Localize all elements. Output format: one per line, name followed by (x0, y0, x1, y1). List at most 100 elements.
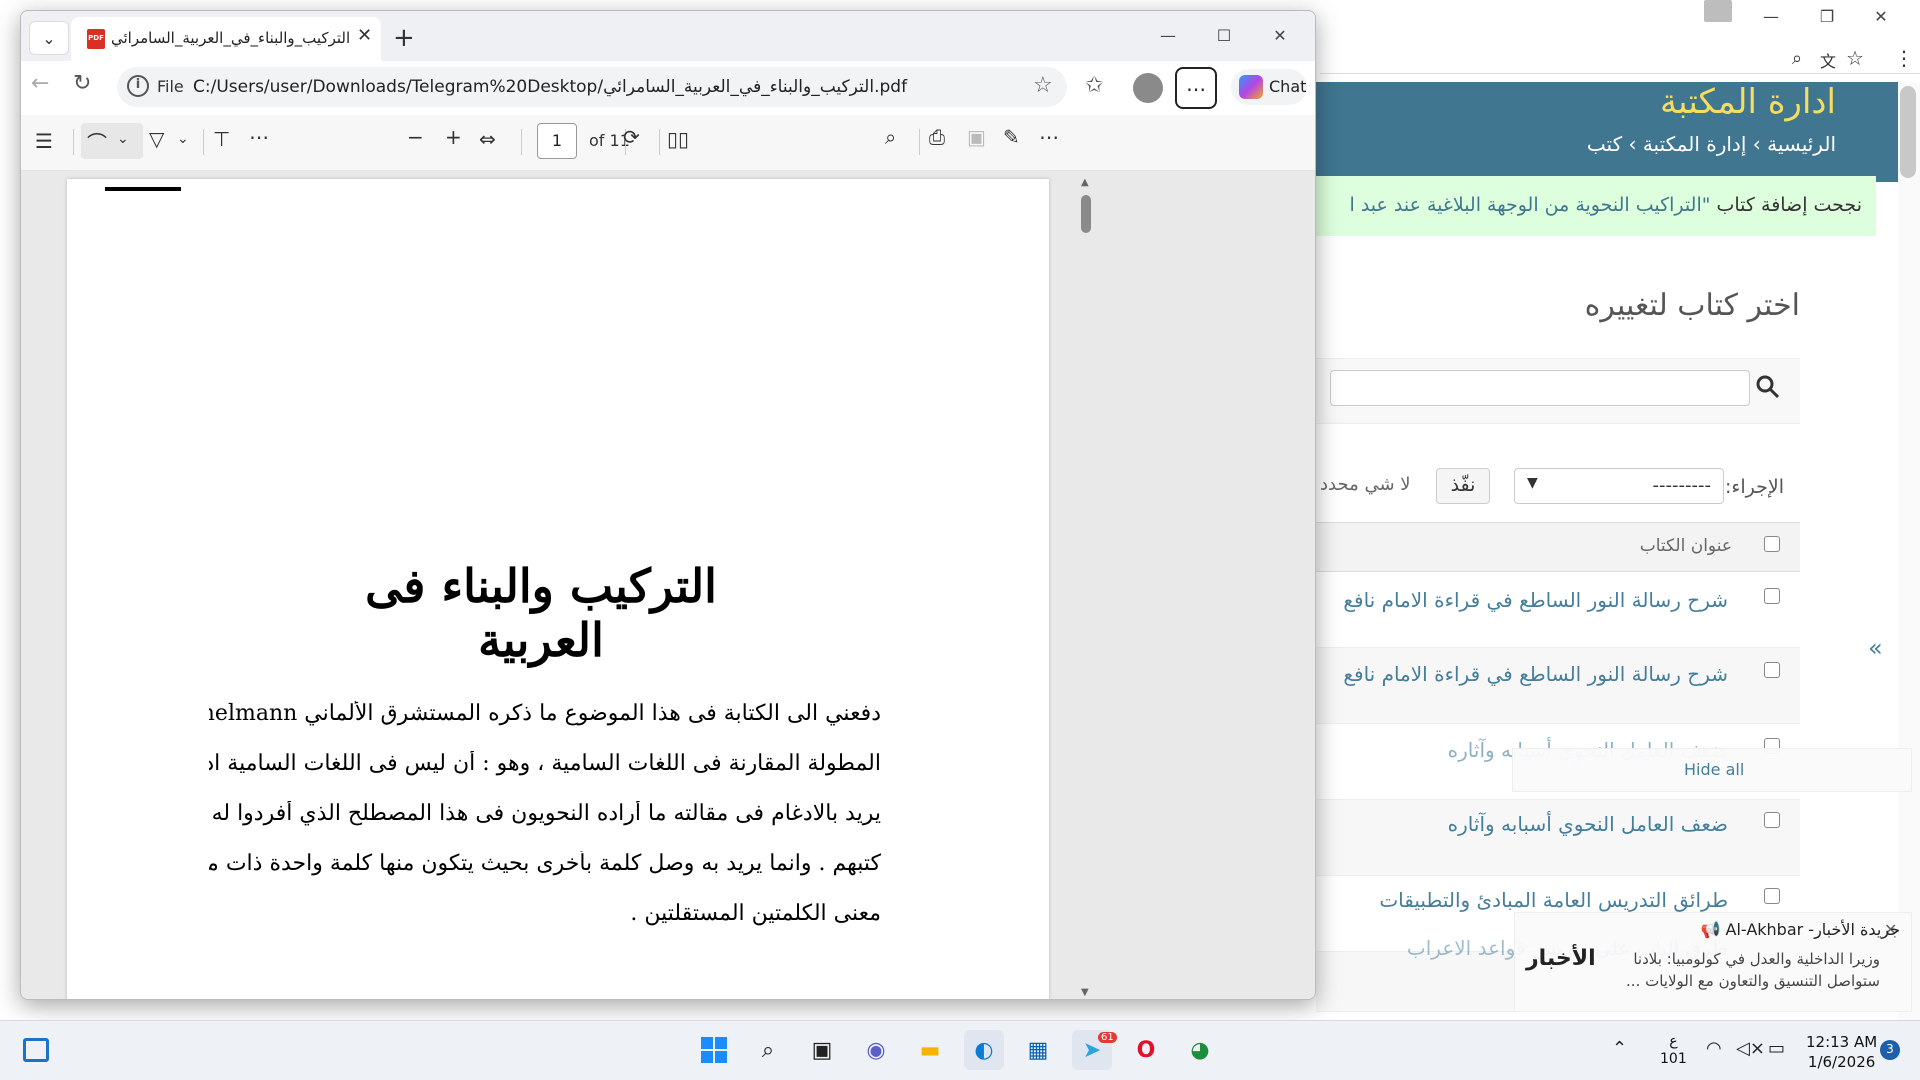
row-checkbox[interactable] (1764, 588, 1780, 604)
fit-width-icon[interactable]: ⇔ (479, 127, 496, 151)
tab-title[interactable]: التركيب_والبناء_في_العربية_السامرائي (111, 29, 351, 47)
document-line: دفعني الى الكتابة فى هذا الموضوع ما ذكره… (209, 701, 881, 726)
more-tools-icon[interactable]: ⋯ (249, 125, 269, 149)
bg-restore-button[interactable]: ❐ (1804, 0, 1850, 32)
site-info-icon[interactable]: i (127, 75, 149, 97)
battery-icon[interactable]: ▭ (1768, 1038, 1785, 1059)
chrome-icon[interactable]: ◕ (1180, 1030, 1220, 1070)
success-message: نجحت إضافة كتاب "التراكيب النحوية من الو… (1316, 176, 1876, 236)
language-indicator[interactable]: ع 101 (1660, 1032, 1687, 1068)
bg-minimize-button[interactable]: — (1748, 0, 1794, 32)
text-box-icon[interactable]: ⊤ (213, 127, 230, 151)
draw-icon[interactable]: ▽ (149, 127, 164, 151)
keyboard-layout: 101 (1660, 1051, 1687, 1067)
scroll-down-icon[interactable]: ▼ (1081, 987, 1089, 998)
refresh-icon[interactable]: ↻ (73, 71, 91, 96)
success-message-link[interactable]: "التراكيب النحوية من الوجهة البلاغية عند… (1350, 194, 1711, 216)
bookmark-star-icon[interactable]: ☆ (1846, 46, 1864, 70)
table-row (1316, 648, 1800, 724)
row-checkbox[interactable] (1764, 888, 1780, 904)
tab-close-icon[interactable]: ✕ (357, 25, 372, 46)
row-link[interactable]: طرائق التدريس العامة المبادئ والتطبيقات (1379, 888, 1728, 912)
zoom-icon[interactable]: ⌕ (1792, 48, 1802, 69)
search-icon[interactable]: ⌕ (885, 125, 896, 149)
language-code: ع (1669, 1033, 1678, 1049)
store-icon[interactable]: ▦ (1018, 1030, 1058, 1070)
profile-avatar-icon[interactable] (1704, 0, 1732, 22)
notification-body: وزيرا الداخلية والعدل في كولومبيا: بلادن… (1626, 950, 1880, 990)
clock[interactable]: 12:13 AM 1/6/2026 (1806, 1032, 1877, 1072)
page-number-input[interactable]: 1 (537, 123, 577, 159)
notification-count-badge[interactable]: 3 (1880, 1040, 1900, 1060)
bg-scrollbar-thumb[interactable] (1900, 86, 1916, 178)
row-link[interactable]: شرح رسالة النور الساطع في قراءة الامام ن… (1343, 662, 1728, 686)
pdf-file-icon: PDF (87, 29, 105, 49)
page-title: اختر كتاب لتغييره (1584, 288, 1800, 323)
zoom-in-icon[interactable]: + (445, 125, 462, 149)
wifi-icon[interactable]: ◠ (1706, 1038, 1722, 1059)
rotate-icon[interactable]: ⟳ (623, 125, 640, 149)
maximize-button[interactable]: ☐ (1201, 19, 1247, 51)
address-url[interactable]: C:/Users/user/Downloads/Telegram%20Deskt… (193, 77, 907, 97)
volume-muted-icon[interactable]: ◁× (1736, 1038, 1765, 1059)
action-select[interactable]: ▼ --------- (1514, 468, 1724, 504)
widgets-icon[interactable] (16, 1030, 56, 1070)
save-icon[interactable]: ▣ (967, 125, 986, 149)
pdf-scrollbar-thumb[interactable] (1081, 195, 1091, 233)
search-input[interactable] (1330, 370, 1750, 406)
document-line: كتبهم . وانما يريد به وصل كلمة بأخرى بحي… (209, 851, 881, 876)
go-button[interactable]: نفّذ (1436, 468, 1490, 504)
row-link[interactable]: شرح رسالة النور الساطع في قراءة الامام ن… (1343, 588, 1728, 612)
chevron-down-icon[interactable]: ⌄ (177, 131, 189, 147)
print-icon[interactable]: ⎙ (929, 125, 945, 149)
contents-icon[interactable]: ☰ (35, 129, 53, 153)
profile-avatar[interactable] (1133, 73, 1163, 103)
search-icon[interactable] (1755, 374, 1787, 406)
sidebar-toggle-icon[interactable]: « (1868, 634, 1883, 662)
favorite-star-icon[interactable]: ☆ (1033, 73, 1053, 98)
notification-title: جريدة الأخبار- Al-Akhbar 📢 (1700, 920, 1900, 939)
search-icon[interactable]: ⌕ (748, 1030, 788, 1070)
site-brand[interactable]: ادارة المكتبة (1660, 82, 1836, 122)
pdf-scrollbar[interactable] (1079, 179, 1095, 999)
save-as-icon[interactable]: ✎ (1003, 125, 1020, 149)
pdf-more-icon[interactable]: ⋯ (1039, 125, 1059, 149)
breadcrumb[interactable]: الرئيسية › إدارة المكتبة › كتب (1587, 132, 1836, 156)
chevron-up-icon[interactable]: ⌃ (1612, 1038, 1627, 1059)
row-link[interactable]: ضعف العامل النحوي أسبابه وآثاره (1448, 812, 1728, 836)
divider (203, 129, 204, 155)
zoom-out-icon[interactable]: − (407, 125, 424, 149)
favorites-icon[interactable]: ✩ (1085, 73, 1103, 98)
highlighter-icon[interactable]: ⌒ (87, 127, 107, 156)
bg-close-button[interactable]: ✕ (1858, 0, 1904, 32)
edge-icon[interactable]: ◐ (964, 1030, 1004, 1070)
more-options-icon[interactable]: ⋯ (1175, 67, 1217, 109)
new-tab-icon[interactable]: + (393, 23, 415, 53)
divider (73, 129, 74, 155)
minimize-button[interactable]: — (1145, 19, 1191, 51)
hide-all-button[interactable]: Hide all (1684, 760, 1744, 779)
teams-icon[interactable]: ◉ (856, 1030, 896, 1070)
task-view-icon[interactable]: ▣ (802, 1030, 842, 1070)
divider (919, 129, 920, 155)
action-label: الإجراء: (1725, 476, 1784, 498)
bg-scrollbar[interactable] (1898, 82, 1920, 1020)
row-checkbox[interactable] (1764, 812, 1780, 828)
row-checkbox[interactable] (1764, 662, 1780, 678)
column-header-title[interactable]: عنوان الكتاب (1640, 536, 1732, 556)
opera-icon[interactable]: O (1126, 1030, 1166, 1070)
tab-actions-button[interactable]: ⌄ (29, 21, 69, 55)
file-explorer-icon[interactable]: ▬ (910, 1030, 950, 1070)
page-view-icon[interactable]: ▯▯ (667, 127, 689, 151)
select-all-checkbox[interactable] (1764, 536, 1780, 552)
close-button[interactable]: ✕ (1257, 19, 1303, 51)
start-icon[interactable] (694, 1030, 734, 1070)
chevron-down-icon: ▼ (1527, 475, 1538, 491)
divider (659, 129, 660, 155)
document-line: يريد بالادغام فى مقالته ما أراده النحويو… (209, 801, 881, 826)
back-icon[interactable]: ← (31, 71, 49, 96)
chevron-down-icon[interactable]: ⌄ (117, 131, 129, 147)
scroll-up-icon[interactable]: ▲ (1081, 177, 1089, 188)
translate-icon[interactable]: 文 (1820, 48, 1836, 72)
bg-menu-icon[interactable]: ⋮ (1894, 46, 1914, 70)
